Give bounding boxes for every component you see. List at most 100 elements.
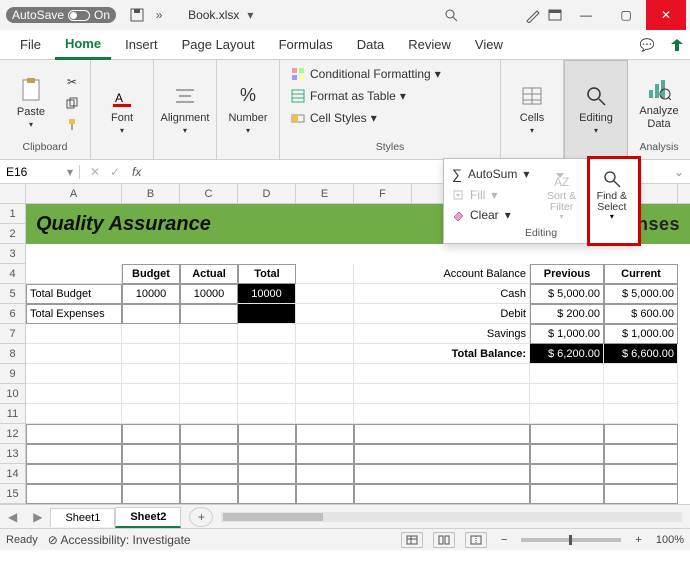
cell[interactable]: $ 6,200.00 <box>530 344 604 364</box>
cell[interactable]: $ 1,000.00 <box>604 324 678 344</box>
zoom-in-button[interactable]: + <box>631 534 645 546</box>
cell-savings-label[interactable]: Savings <box>354 324 530 344</box>
copy-button[interactable] <box>60 93 84 113</box>
col-F[interactable]: F <box>354 184 412 203</box>
row-6[interactable]: 6 <box>0 304 26 324</box>
row-1[interactable]: 1 <box>0 204 26 224</box>
row-14[interactable]: 14 <box>0 464 26 484</box>
search-icon[interactable] <box>440 4 462 26</box>
col-D[interactable]: D <box>238 184 296 203</box>
font-button[interactable]: A Font ▾ <box>97 82 147 135</box>
filename-dropdown-icon[interactable]: ▾ <box>239 4 261 26</box>
col-A[interactable]: A <box>26 184 122 203</box>
tab-insert[interactable]: Insert <box>115 31 168 58</box>
row-15[interactable]: 15 <box>0 484 26 504</box>
fill-button[interactable]: Fill ▾ <box>448 185 533 205</box>
cells-button[interactable]: Cells ▾ <box>507 82 557 135</box>
paste-button[interactable]: Paste ▾ <box>6 76 56 129</box>
share-icon[interactable] <box>664 38 690 52</box>
tab-data[interactable]: Data <box>347 31 394 58</box>
tab-home[interactable]: Home <box>55 30 111 60</box>
row-9[interactable]: 9 <box>0 364 26 384</box>
select-all-corner[interactable] <box>0 184 26 203</box>
cell-previous-header[interactable]: Previous <box>530 264 604 284</box>
col-B[interactable]: B <box>122 184 180 203</box>
close-button[interactable]: ✕ <box>646 0 686 30</box>
cell-total-header[interactable]: Total <box>238 264 296 284</box>
tab-review[interactable]: Review <box>398 31 461 58</box>
cell-actual-header[interactable]: Actual <box>180 264 238 284</box>
row-3[interactable]: 3 <box>0 244 26 264</box>
cut-button[interactable]: ✂ <box>60 72 84 92</box>
sheet-tab-2[interactable]: Sheet2 <box>115 507 181 528</box>
zoom-out-button[interactable]: − <box>497 534 511 546</box>
name-box[interactable]: E16▾ <box>0 165 80 179</box>
cell-debit-label[interactable]: Debit <box>354 304 530 324</box>
tab-file[interactable]: File <box>10 31 51 58</box>
row-10[interactable]: 10 <box>0 384 26 404</box>
cell[interactable]: $ 1,000.00 <box>530 324 604 344</box>
zoom-slider-thumb[interactable] <box>569 535 572 545</box>
cancel-icon[interactable]: ✕ <box>86 165 104 179</box>
row-2[interactable]: 2 <box>0 224 26 244</box>
cell[interactable]: 10000 <box>180 284 238 304</box>
number-button[interactable]: % Number ▾ <box>223 82 273 135</box>
pen-icon[interactable] <box>522 4 544 26</box>
sort-filter-button[interactable]: AZ Sort & Filter ▾ <box>539 167 583 221</box>
cell-styles-button[interactable]: Cell Styles ▾ <box>286 108 381 128</box>
cell-total-balance-label[interactable]: Total Balance: <box>354 344 530 364</box>
editing-button[interactable]: Editing ▾ <box>571 82 621 135</box>
ribbon-display-icon[interactable] <box>544 4 566 26</box>
fx-icon[interactable]: fx <box>132 165 141 179</box>
more-qat-icon[interactable]: » <box>148 4 170 26</box>
row-8[interactable]: 8 <box>0 344 26 364</box>
cell[interactable]: $ 5,000.00 <box>604 284 678 304</box>
page-layout-view-icon[interactable] <box>433 532 455 548</box>
cell[interactable]: 10000 <box>238 284 296 304</box>
format-as-table-button[interactable]: Format as Table ▾ <box>286 86 410 106</box>
tab-formulas[interactable]: Formulas <box>269 31 343 58</box>
row-13[interactable]: 13 <box>0 444 26 464</box>
clear-button[interactable]: Clear ▾ <box>448 205 533 225</box>
analyze-data-button[interactable]: Analyze Data <box>634 75 684 129</box>
cell-current-header[interactable]: Current <box>604 264 678 284</box>
comments-icon[interactable]: 💬 <box>634 38 660 52</box>
cell-budget-header[interactable]: Budget <box>122 264 180 284</box>
cell[interactable]: 10000 <box>122 284 180 304</box>
autosum-button[interactable]: ∑AutoSum ▾ <box>448 163 533 185</box>
format-painter-button[interactable] <box>60 114 84 134</box>
alignment-button[interactable]: Alignment ▾ <box>160 82 210 135</box>
cell[interactable]: $ 5,000.00 <box>530 284 604 304</box>
cell[interactable]: $ 600.00 <box>604 304 678 324</box>
cell-total-budget-label[interactable]: Total Budget <box>26 284 122 304</box>
horizontal-scrollbar[interactable] <box>221 512 682 522</box>
add-sheet-button[interactable]: + <box>189 507 213 527</box>
scrollbar-thumb[interactable] <box>223 513 323 521</box>
col-C[interactable]: C <box>180 184 238 203</box>
row-11[interactable]: 11 <box>0 404 26 424</box>
tab-view[interactable]: View <box>465 31 513 58</box>
accessibility-status[interactable]: ⊘ Accessibility: Investigate <box>48 533 191 547</box>
sheet-nav-next-icon[interactable]: ▶ <box>25 510 50 524</box>
autosave-toggle[interactable]: AutoSave On <box>6 7 116 23</box>
row-12[interactable]: 12 <box>0 424 26 444</box>
sheet-tab-1[interactable]: Sheet1 <box>50 508 115 527</box>
zoom-slider[interactable] <box>521 538 621 542</box>
conditional-formatting-button[interactable]: Conditional Formatting ▾ <box>286 64 445 84</box>
row-4[interactable]: 4 <box>0 264 26 284</box>
cell[interactable]: $ 200.00 <box>530 304 604 324</box>
cell-total-expenses-label[interactable]: Total Expenses <box>26 304 122 324</box>
page-break-view-icon[interactable] <box>465 532 487 548</box>
cell-cash-label[interactable]: Cash <box>354 284 530 304</box>
sheet-nav-prev-icon[interactable]: ◀ <box>0 510 25 524</box>
cell-account-balance[interactable]: Account Balance <box>354 264 530 284</box>
maximize-button[interactable]: ▢ <box>606 0 646 30</box>
row-7[interactable]: 7 <box>0 324 26 344</box>
zoom-level[interactable]: 100% <box>656 534 684 546</box>
expand-formula-bar-icon[interactable]: ⌄ <box>668 165 690 179</box>
normal-view-icon[interactable] <box>401 532 423 548</box>
save-icon[interactable] <box>126 4 148 26</box>
cell[interactable]: $ 6,600.00 <box>604 344 678 364</box>
tab-page-layout[interactable]: Page Layout <box>172 31 265 58</box>
minimize-button[interactable]: — <box>566 0 606 30</box>
